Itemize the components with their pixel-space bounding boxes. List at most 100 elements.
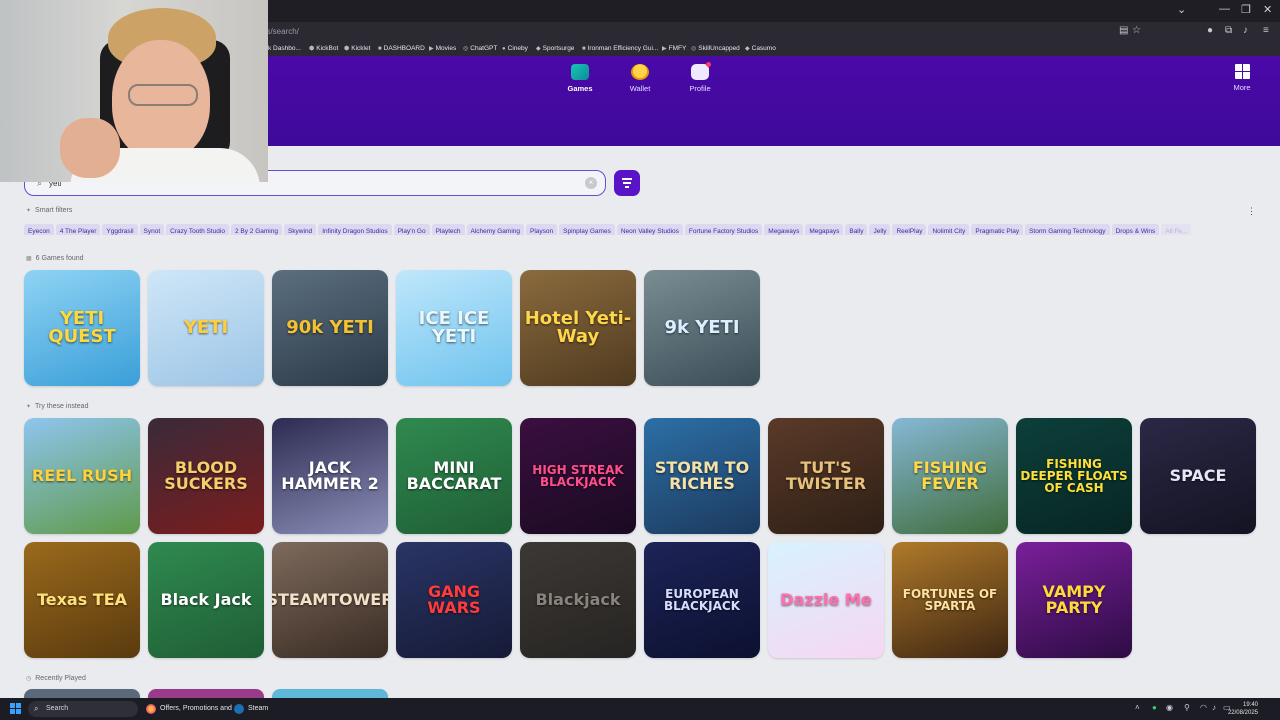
filter-chip[interactable]: Playtech <box>431 224 465 235</box>
bookmark-item[interactable]: k Dashbo... <box>268 45 301 52</box>
grid-icon <box>1234 64 1250 79</box>
bookmark-item[interactable]: ⬢ Kicklet <box>344 45 370 52</box>
filter-chip[interactable]: Eyecon <box>24 224 54 235</box>
filter-chip[interactable]: Skywind <box>283 224 317 235</box>
bookmark-item[interactable]: ▶ Movies <box>429 45 456 52</box>
game-tile[interactable]: GANG WARS <box>396 542 512 658</box>
filter-icon-line <box>625 186 629 188</box>
tray-app-icon[interactable]: ● <box>1152 703 1157 712</box>
game-tile[interactable]: YETI <box>148 270 264 386</box>
close-button[interactable]: ✕ <box>1263 3 1272 16</box>
recent-game-tile[interactable] <box>272 689 388 698</box>
game-tile[interactable]: REEL RUSH <box>24 418 140 534</box>
filter-chip[interactable]: 2 By 2 Gaming <box>230 224 282 235</box>
filter-chip[interactable]: Playson <box>526 224 558 235</box>
bookmark-item[interactable]: ◆ Sportsurge <box>536 45 574 52</box>
clock[interactable]: 19:40 22/08/2025 <box>1228 701 1258 717</box>
extensions-icon[interactable]: ⧉ <box>1225 25 1232 36</box>
game-tile[interactable]: Texas TEA <box>24 542 140 658</box>
game-tile[interactable]: HIGH STREAK BLACKJACK <box>520 418 636 534</box>
volume-icon[interactable]: ♪ <box>1212 703 1216 712</box>
taskbar-search[interactable]: ⌕ Search <box>28 701 138 717</box>
filter-chip[interactable]: Infinity Dragon Studios <box>318 224 392 235</box>
windows-start-icon[interactable] <box>10 703 21 714</box>
nav-profile[interactable]: Profile <box>670 62 730 93</box>
menu-icon[interactable]: ≡ <box>1263 25 1269 36</box>
filter-chip[interactable]: Megaways <box>764 224 804 235</box>
game-tile[interactable]: STORM TO RICHES <box>644 418 760 534</box>
reader-icon[interactable]: ▤ <box>1119 25 1128 36</box>
filter-chip[interactable]: 4 The Player <box>55 224 101 235</box>
minimize-button[interactable]: — <box>1219 3 1230 15</box>
clear-search-button[interactable]: × <box>585 177 597 189</box>
nav-more[interactable]: More <box>1212 64 1272 92</box>
bookmark-item[interactable]: ■ DASHBOARD <box>378 45 425 52</box>
game-tile[interactable]: STEAMTOWER <box>272 542 388 658</box>
game-title: YETI QUEST <box>48 308 116 347</box>
profile-icon[interactable]: ● <box>1207 25 1213 36</box>
volume-icon[interactable]: ♪ <box>1243 25 1248 36</box>
nav-wallet[interactable]: Wallet <box>610 64 670 93</box>
game-title: FISHING DEEPER FLOATS OF CASH <box>1020 457 1128 495</box>
nav-profile-label: Profile <box>689 84 711 93</box>
game-tile[interactable]: 90k YETI <box>272 270 388 386</box>
filter-chip[interactable]: Alchemy Gaming <box>466 224 525 235</box>
recent-game-tile[interactable] <box>148 689 264 698</box>
game-tile[interactable]: SPACE <box>1140 418 1256 534</box>
bookmark-item[interactable]: ◆ Casumo <box>745 45 776 52</box>
wifi-icon[interactable]: ◠ <box>1200 703 1207 712</box>
game-tile[interactable]: FISHING FEVER <box>892 418 1008 534</box>
bookmark-item[interactable]: ▶ FMFY <box>662 45 686 52</box>
filter-chip[interactable]: Megapays <box>805 224 844 235</box>
game-tile[interactable]: Hotel Yeti-Way <box>520 270 636 386</box>
bookmark-item[interactable]: ● Cineby <box>502 45 528 52</box>
game-tile[interactable]: TUT'S TWISTER <box>768 418 884 534</box>
tray-usb-icon[interactable]: ⚲ <box>1184 703 1190 712</box>
bookmark-item[interactable]: ■ Ironman Efficiency Gui... <box>582 45 658 52</box>
filter-chip[interactable]: Spinplay Games <box>559 224 615 235</box>
game-tile[interactable]: Black Jack <box>148 542 264 658</box>
game-tile[interactable]: 9k YETI <box>644 270 760 386</box>
game-tile[interactable]: BLOOD SUCKERS <box>148 418 264 534</box>
filter-chip[interactable]: Neon Valley Studios <box>616 224 683 235</box>
game-tile[interactable]: Blackjack <box>520 542 636 658</box>
game-title: YETI <box>183 317 229 338</box>
filter-chip[interactable]: Storm Gaming Technology <box>1025 224 1110 235</box>
bookmark-item[interactable]: ⬢ KickBot <box>309 45 338 52</box>
game-tile[interactable]: FISHING DEEPER FLOATS OF CASH <box>1016 418 1132 534</box>
recent-game-tile[interactable] <box>24 689 140 698</box>
game-tile[interactable]: JACK HAMMER 2 <box>272 418 388 534</box>
game-tile[interactable]: EUROPEAN BLACKJACK <box>644 542 760 658</box>
filter-chip[interactable]: Pragmatic Play <box>971 224 1024 235</box>
filter-chip[interactable]: Drops & Wins <box>1111 224 1160 235</box>
firefox-icon <box>146 704 156 714</box>
game-tile[interactable]: ICE ICE YETI <box>396 270 512 386</box>
nav-games[interactable]: Games <box>550 64 610 93</box>
tabs-menu-icon[interactable]: ⌄ <box>1177 3 1186 16</box>
filter-chip[interactable]: Play'n Go <box>393 224 430 235</box>
game-tile[interactable]: YETI QUEST <box>24 270 140 386</box>
game-tile[interactable]: FORTUNES OF SPARTA <box>892 542 1008 658</box>
tray-chevron-icon[interactable]: ˄ <box>1135 703 1140 712</box>
filter-chip[interactable]: Fortune Factory Studios <box>684 224 763 235</box>
bookmark-star-icon[interactable]: ☆ <box>1132 25 1141 36</box>
filter-chip[interactable]: Synot <box>139 224 165 235</box>
filter-chip[interactable]: Yggdrasil <box>102 224 138 235</box>
taskbar-steam[interactable]: Steam <box>232 701 268 717</box>
restore-button[interactable]: ❐ <box>1241 3 1251 16</box>
filter-button[interactable] <box>614 170 640 196</box>
filter-chip[interactable]: Bally <box>845 224 868 235</box>
game-tile[interactable]: VAMPY PARTY <box>1016 542 1132 658</box>
bookmark-item[interactable]: ◎ SkillUncapped <box>691 45 740 52</box>
bookmark-item[interactable]: ◎ ChatGPT <box>463 45 497 52</box>
filter-chip[interactable]: All Fe... <box>1161 224 1192 235</box>
filter-chip[interactable]: Jelly <box>869 224 891 235</box>
taskbar-firefox[interactable]: Offers, Promotions and <box>144 701 232 717</box>
filter-chip[interactable]: Crazy Tooth Studio <box>166 224 229 235</box>
more-options-icon[interactable]: ⋮ <box>1247 206 1256 217</box>
tray-steam-icon[interactable]: ◉ <box>1166 703 1173 712</box>
game-tile[interactable]: Dazzle Me <box>768 542 884 658</box>
filter-chip[interactable]: ReelPlay <box>892 224 927 235</box>
filter-chip[interactable]: Nolimit City <box>928 224 970 235</box>
game-tile[interactable]: MINI BACCARAT <box>396 418 512 534</box>
